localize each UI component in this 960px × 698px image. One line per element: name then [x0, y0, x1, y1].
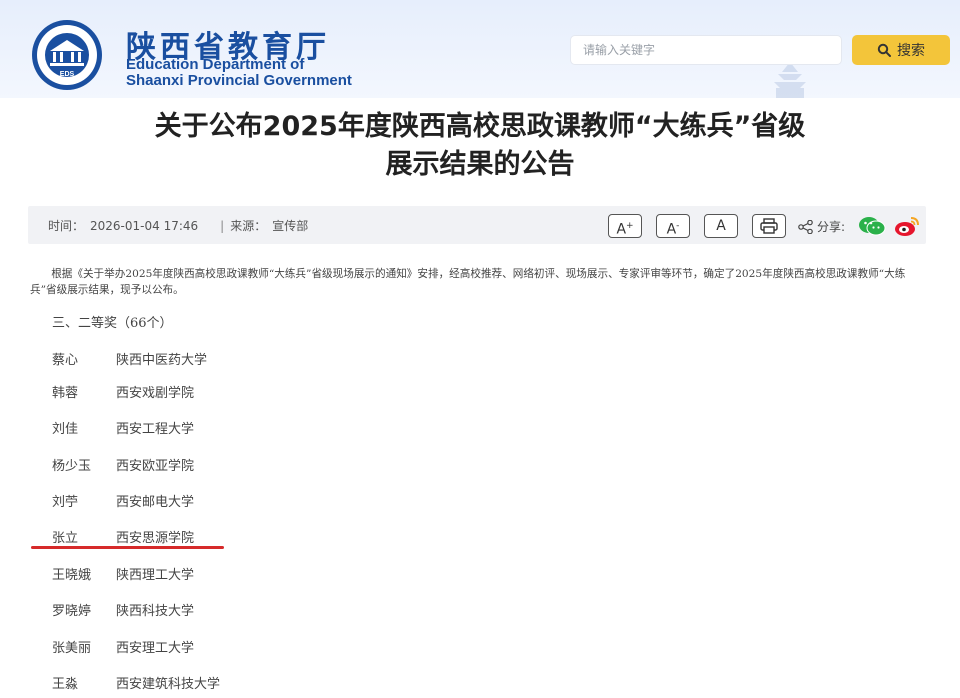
source-value: 宣传部 [272, 219, 309, 233]
article-intro-paragraph: 根据《关于举办2025年度陕西高校思政课教师“大练兵”省级现场展示的通知》安排，… [30, 268, 906, 296]
article-title: 关于公布2025年度陕西高校思政课教师“大练兵”省级 展示结果的公告 [40, 108, 920, 184]
list-item: 刘苧 西安邮电大学 [52, 495, 195, 510]
brand-english-line2: Shaanxi Provincial Government [126, 72, 352, 89]
weibo-share-icon[interactable] [894, 215, 920, 237]
highlight-underline [31, 546, 224, 549]
list-item: 蔡心 陕西中医药大学 [52, 353, 208, 368]
section-heading: 三、二等奖（66个） [52, 316, 173, 331]
list-item-highlighted: 张立 西安思源学院 [52, 531, 195, 546]
search-button[interactable]: 搜索 [852, 35, 950, 65]
list-item: 韩蓉 西安戏剧学院 [52, 386, 195, 401]
list-item: 王淼 西安建筑科技大学 [52, 677, 221, 692]
publish-time: 2026-01-04 17:46 [90, 219, 199, 233]
meta-separator: | [220, 219, 225, 233]
search-icon [877, 43, 891, 57]
logo-eds-text: EDS [60, 71, 75, 78]
brand-english-line1: Education Department of [126, 56, 305, 73]
bell-tower-decoration-icon [774, 62, 806, 98]
article-meta-info: 时间： 2026-01-04 17:46 | 来源： 宣传部 [48, 217, 314, 234]
site-header: EDS 陕西省教育厅 Education Department of Shaan… [0, 0, 960, 98]
list-item: 罗晓婷 陕西科技大学 [52, 604, 195, 619]
article-title-line2: 展示结果的公告 [385, 149, 575, 180]
font-size-reset-button[interactable]: A [704, 214, 738, 238]
list-item: 张美丽 西安理工大学 [52, 641, 195, 656]
list-item: 王晓娥 陕西理工大学 [52, 568, 195, 583]
print-button[interactable] [752, 214, 786, 238]
list-item: 杨少玉 西安欧亚学院 [52, 459, 195, 474]
wechat-share-icon[interactable] [858, 216, 886, 236]
search-input[interactable] [570, 35, 842, 65]
education-department-logo[interactable]: EDS [22, 18, 112, 92]
printer-icon [760, 218, 778, 234]
font-size-increase-button[interactable]: A+ [608, 214, 642, 238]
time-label: 时间： [48, 219, 85, 233]
font-size-decrease-button[interactable]: A- [656, 214, 690, 238]
article-meta-bar: 时间： 2026-01-04 17:46 | 来源： 宣传部 A+ A- A 分享: [28, 206, 926, 244]
share-label: 分享: [798, 218, 845, 235]
search-button-label: 搜索 [897, 43, 925, 59]
source-label: 来源： [230, 219, 267, 233]
article-title-line1: 关于公布2025年度陕西高校思政课教师“大练兵”省级 [154, 111, 806, 142]
list-item: 刘佳 西安工程大学 [52, 422, 195, 437]
share-icon [798, 219, 813, 234]
